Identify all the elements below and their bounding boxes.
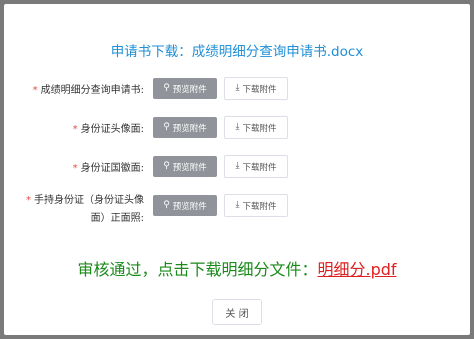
preview-button-label: 预览附件 (172, 123, 207, 134)
download-attachment-button[interactable]: ⤓ 下载附件 (224, 155, 288, 178)
row-label: * 身份证国徽面: (73, 159, 144, 174)
required-marker: * (72, 124, 78, 135)
row-label: * 手持身份证（身份证头像面）正面照: (14, 192, 144, 228)
search-icon: ⚲ (163, 122, 170, 132)
preview-button-label: 预览附件 (172, 84, 207, 95)
search-icon: ⚲ (163, 200, 170, 210)
preview-attachment-button[interactable]: ⚲ 预览附件 (153, 78, 217, 99)
approval-notice-text: 审核通过，点击下载明细分文件： (77, 260, 318, 279)
download-icon: ⤓ (235, 161, 240, 171)
result-file-link[interactable]: 明细分.pdf (317, 260, 396, 279)
row-label-text: 成绩明细分查询申请书: (40, 85, 144, 96)
review-dialog: 申请书下载：成绩明细分查询申请书.docx * 成绩明细分查询申请书: ⚲ 预览附… (4, 4, 470, 335)
download-button-label: 下载附件 (242, 84, 277, 95)
row-label: * 身份证头像面: (73, 120, 144, 135)
required-marker: * (72, 163, 78, 174)
preview-attachment-button[interactable]: ⚲ 预览附件 (153, 117, 217, 138)
search-icon: ⚲ (163, 83, 170, 93)
dialog-title[interactable]: 申请书下载：成绩明细分查询申请书.docx (4, 40, 470, 60)
row-label-text: 手持身份证（身份证头像面）正面照: (34, 195, 144, 224)
row-label: * 成绩明细分查询申请书: (33, 81, 144, 96)
download-button-label: 下载附件 (242, 201, 277, 212)
row-label-text: 身份证国徽面: (80, 163, 144, 174)
download-attachment-button[interactable]: ⤓ 下载附件 (224, 77, 288, 100)
attachment-row-application: * 成绩明细分查询申请书: ⚲ 预览附件 ⤓ 下载附件 (4, 75, 470, 101)
attachment-row-id-back: * 身份证国徽面: ⚲ 预览附件 ⤓ 下载附件 (4, 153, 470, 179)
download-icon: ⤓ (235, 200, 240, 210)
approval-notice: 审核通过，点击下载明细分文件：明细分.pdf (4, 256, 470, 280)
required-marker: * (32, 85, 38, 96)
download-button-label: 下载附件 (242, 123, 277, 134)
preview-button-label: 预览附件 (172, 162, 207, 173)
download-attachment-button[interactable]: ⤓ 下载附件 (224, 194, 288, 217)
download-icon: ⤓ (235, 83, 240, 93)
attachment-row-id-front: * 身份证头像面: ⚲ 预览附件 ⤓ 下载附件 (4, 114, 470, 140)
preview-button-label: 预览附件 (172, 201, 207, 212)
download-icon: ⤓ (235, 122, 240, 132)
close-button[interactable]: 关 闭 (212, 299, 262, 325)
required-marker: * (26, 195, 31, 206)
preview-attachment-button[interactable]: ⚲ 预览附件 (153, 195, 217, 216)
search-icon: ⚲ (163, 161, 170, 171)
download-button-label: 下载附件 (242, 162, 277, 173)
preview-attachment-button[interactable]: ⚲ 预览附件 (153, 156, 217, 177)
row-label-text: 身份证头像面: (80, 124, 144, 135)
download-attachment-button[interactable]: ⤓ 下载附件 (224, 116, 288, 139)
attachment-row-hand-held-id: * 手持身份证（身份证头像面）正面照: ⚲ 预览附件 ⤓ 下载附件 (4, 192, 470, 230)
